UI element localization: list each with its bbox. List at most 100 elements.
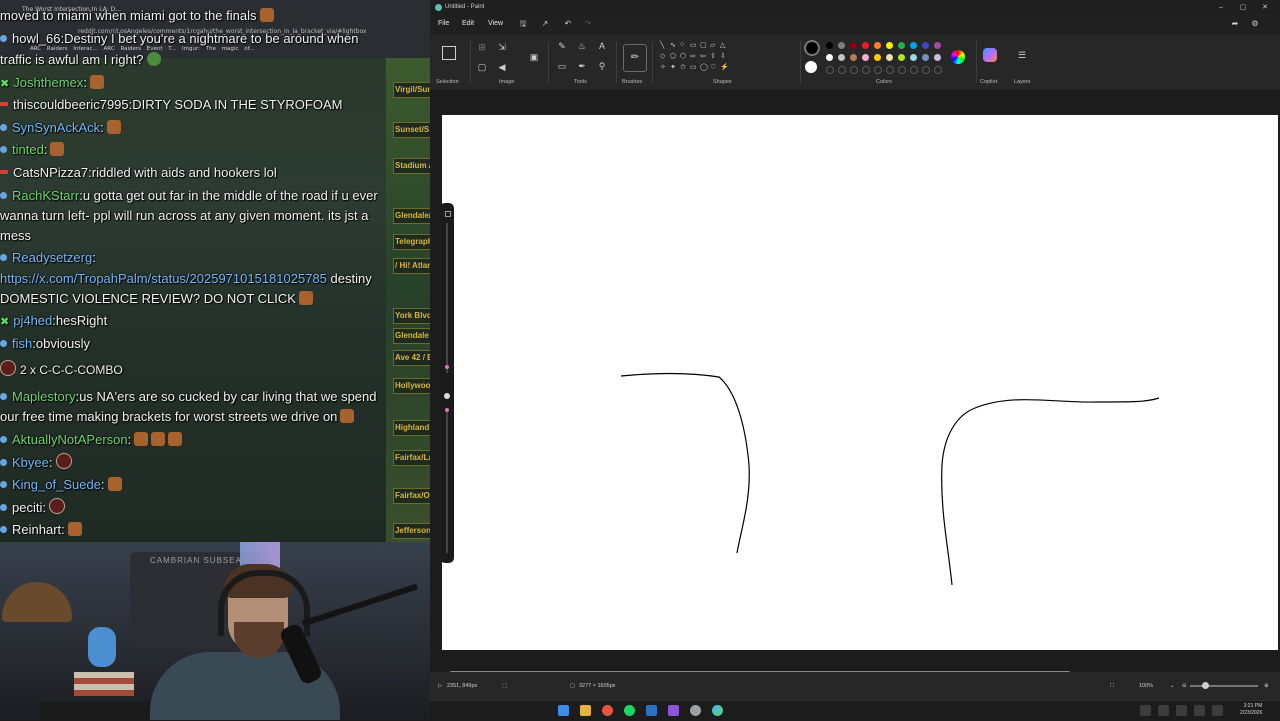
custom-color-slot[interactable] (862, 66, 870, 74)
slider-thumb[interactable] (445, 408, 449, 412)
share-icon[interactable]: ↗ (540, 19, 550, 29)
custom-color-slot[interactable] (898, 66, 906, 74)
tray-icon[interactable] (1158, 705, 1169, 716)
color-swatch[interactable] (886, 54, 893, 61)
magnifier-icon[interactable]: ⚲ (596, 61, 608, 73)
spotify-icon[interactable] (624, 705, 635, 716)
secondary-color[interactable] (805, 61, 817, 73)
color-swatch[interactable] (838, 42, 845, 49)
minimize-button[interactable]: – (1210, 0, 1232, 15)
chat-username[interactable]: CatsNPizza7 (13, 165, 88, 180)
save-icon[interactable]: 🖫 (518, 19, 528, 29)
custom-color-slot[interactable] (826, 66, 834, 74)
share-window-icon[interactable]: ➦ (1230, 19, 1240, 29)
copilot-icon[interactable] (983, 48, 997, 62)
menu-file[interactable]: File (438, 20, 449, 27)
pencil-icon[interactable]: ✎ (556, 41, 568, 53)
color-swatch[interactable] (898, 54, 905, 61)
select-tool-icon[interactable] (442, 46, 456, 60)
zoom-level[interactable]: 100% (1139, 683, 1153, 689)
shape-option-icon[interactable]: ⇧ (710, 52, 716, 60)
file-explorer-icon[interactable] (580, 705, 591, 716)
color-swatch[interactable] (922, 54, 929, 61)
chat-username[interactable]: thiscouldbeeric7995 (13, 97, 129, 112)
chat-username[interactable]: AktuallyNotAPerson (12, 432, 128, 447)
custom-color-slot[interactable] (838, 66, 846, 74)
zoom-in-icon[interactable]: ⊕ (1264, 683, 1269, 689)
chat-username[interactable]: fish (12, 336, 32, 351)
custom-color-slot[interactable] (874, 66, 882, 74)
color-swatch[interactable] (886, 42, 893, 49)
rotate-icon[interactable]: ◀ (496, 62, 508, 74)
resize-icon[interactable]: ⇲ (496, 42, 508, 54)
shape-option-icon[interactable]: ◯ (700, 63, 708, 71)
shape-option-icon[interactable]: ✦ (670, 63, 676, 71)
chat-username[interactable]: peciti (12, 500, 42, 515)
shape-option-icon[interactable]: △ (720, 41, 725, 49)
drawing-canvas[interactable] (442, 115, 1278, 650)
custom-color-slot[interactable] (922, 66, 930, 74)
chat-username[interactable]: Readysetzerg (12, 250, 92, 265)
shape-option-icon[interactable]: ⇨ (690, 52, 696, 60)
shape-option-icon[interactable]: ∿ (670, 41, 676, 49)
zoom-out-icon[interactable]: ⊖ (1182, 683, 1187, 689)
system-clock[interactable]: 3:21 PM 2/23/2026 (1240, 703, 1262, 717)
chat-link[interactable]: https://x.com/TropahPalm/status/20259710… (0, 271, 327, 286)
tray-icon[interactable] (1176, 705, 1187, 716)
color-swatch[interactable] (898, 42, 905, 49)
steam-icon[interactable] (646, 705, 657, 716)
shape-option-icon[interactable]: ⚡ (720, 63, 729, 71)
close-button[interactable]: ✕ (1254, 0, 1276, 15)
shape-option-icon[interactable]: ▢ (700, 41, 707, 49)
shape-option-icon[interactable]: ♡ (710, 63, 716, 71)
layers-icon[interactable]: ☰ (1016, 50, 1028, 62)
chat-username[interactable]: Joshthemex (13, 75, 83, 90)
custom-color-slot[interactable] (886, 66, 894, 74)
text-icon[interactable]: A (596, 41, 608, 53)
settings-icon[interactable]: ⚙ (1250, 19, 1260, 29)
slider-thumb[interactable] (445, 365, 449, 369)
shape-option-icon[interactable]: ⬡ (680, 52, 686, 60)
color-swatch[interactable] (826, 42, 833, 49)
network-icon[interactable] (1212, 705, 1223, 716)
color-swatch[interactable] (874, 42, 881, 49)
color-swatch[interactable] (862, 54, 869, 61)
shape-option-icon[interactable]: ✩ (680, 63, 686, 71)
zoom-slider[interactable] (1190, 685, 1258, 687)
tray-icon[interactable] (1194, 705, 1205, 716)
color-swatch[interactable] (910, 54, 917, 61)
zoom-dropdown-icon[interactable]: ⌄ (1170, 683, 1175, 689)
shape-option-icon[interactable]: ⇩ (720, 52, 726, 60)
chat-username[interactable]: SynSynAckAck (12, 120, 100, 135)
fill-icon[interactable]: ♨ (576, 41, 588, 53)
custom-color-slot[interactable] (934, 66, 942, 74)
edit-colors-icon[interactable] (951, 50, 965, 64)
shape-option-icon[interactable]: ╲ (660, 41, 664, 49)
custom-color-slot[interactable] (850, 66, 858, 74)
chat-username[interactable]: pj4hed (13, 313, 52, 328)
color-picker-icon[interactable]: ✒ (576, 61, 588, 73)
chrome-icon[interactable] (602, 705, 613, 716)
chat-username[interactable]: Maplestory (12, 389, 76, 404)
primary-color[interactable] (804, 40, 820, 56)
color-swatch[interactable] (838, 54, 845, 61)
crop-icon[interactable]: ⊞ (476, 42, 488, 54)
color-swatch[interactable] (922, 42, 929, 49)
settings-app-icon[interactable] (690, 705, 701, 716)
shape-option-icon[interactable]: ⬠ (670, 52, 676, 60)
chat-username[interactable]: Reinhart (12, 522, 61, 537)
chat-username[interactable]: RachKStarr (12, 188, 79, 203)
chat-username[interactable]: King_of_Suede (12, 477, 101, 492)
zoom-slider-thumb[interactable] (1202, 682, 1209, 689)
start-icon[interactable] (558, 705, 569, 716)
color-swatch[interactable] (850, 42, 857, 49)
color-swatch[interactable] (850, 54, 857, 61)
color-swatch[interactable] (934, 42, 941, 49)
menu-edit[interactable]: Edit (462, 20, 474, 27)
redo-icon[interactable]: ↷ (583, 19, 593, 29)
background-remove-icon[interactable]: ▣ (528, 52, 540, 64)
eraser-icon[interactable]: ▭ (556, 61, 568, 73)
custom-color-slot[interactable] (910, 66, 918, 74)
color-swatch[interactable] (874, 54, 881, 61)
chat-username[interactable]: tinted (12, 142, 44, 157)
